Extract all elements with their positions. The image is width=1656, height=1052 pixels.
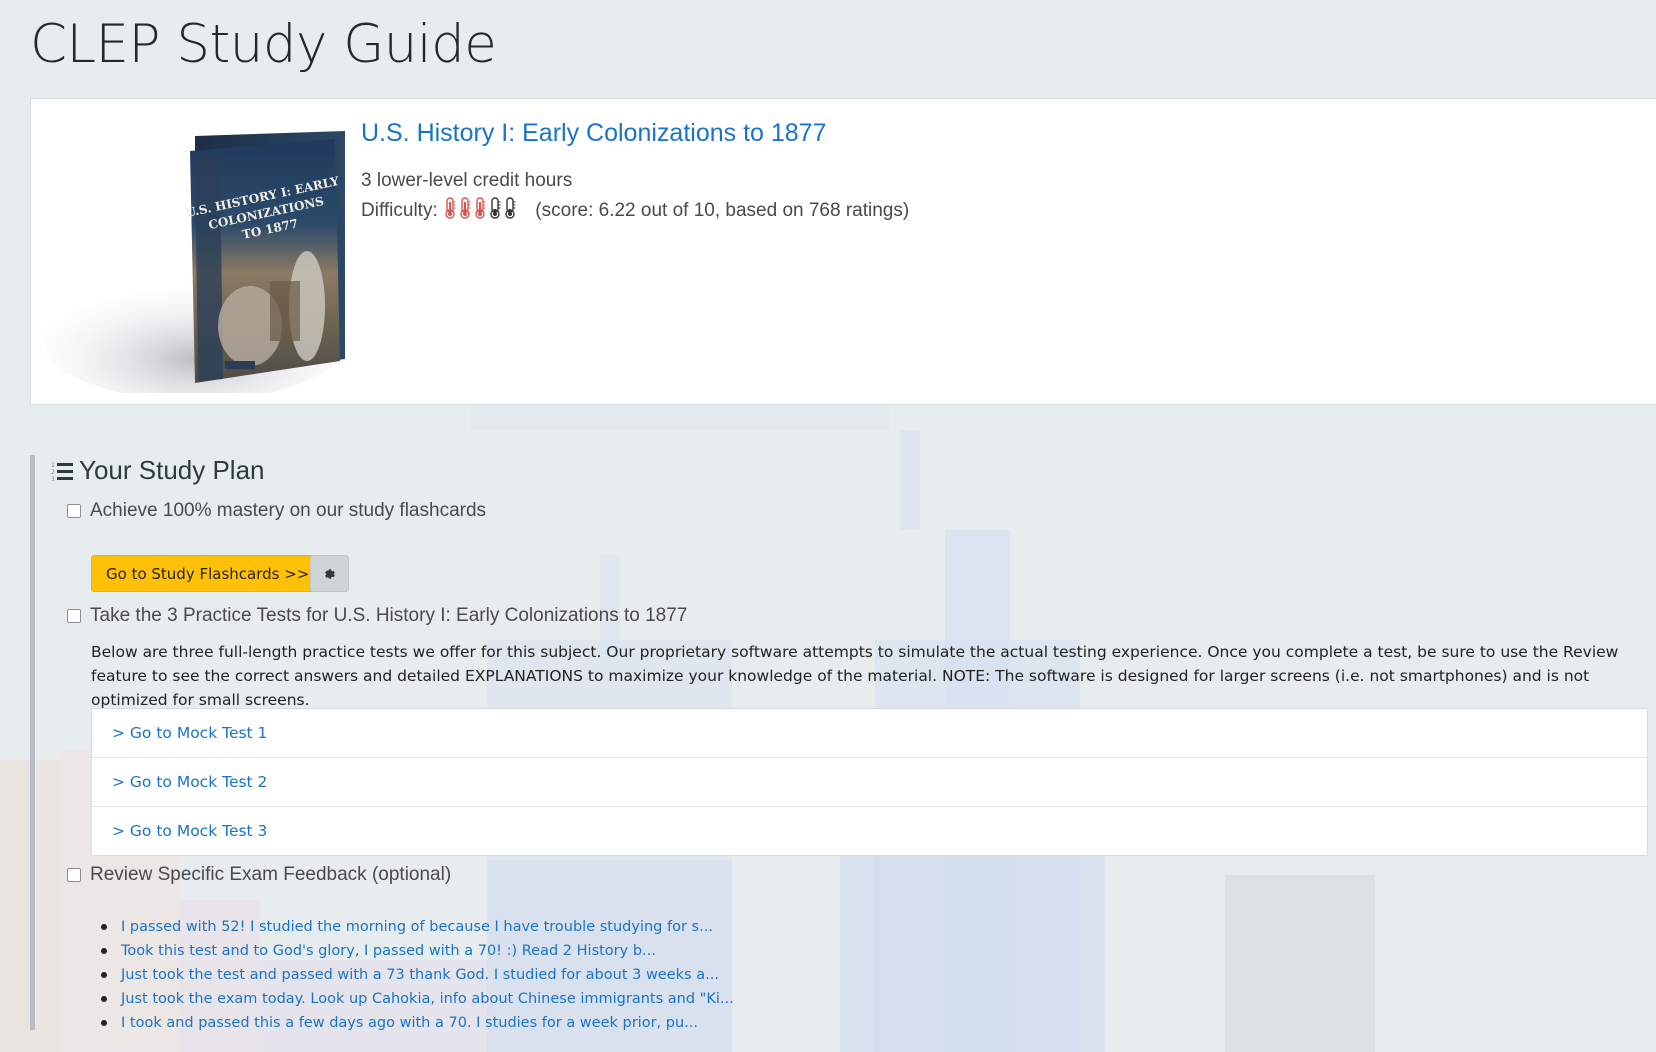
go-to-flashcards-button[interactable]: Go to Study Flashcards >>: [91, 555, 325, 592]
study-plan-title: Your Study Plan: [79, 455, 265, 485]
thermometer-empty-icon: [505, 197, 516, 219]
step-practice-tests: Take the 3 Practice Tests for U.S. Histo…: [67, 605, 687, 627]
mock-test-3-link[interactable]: > Go to Mock Test 3: [92, 807, 1647, 855]
difficulty-thermometers: [443, 197, 518, 221]
feedback-link[interactable]: Just took the test and passed with a 73 …: [121, 967, 719, 983]
step-exam-feedback: Review Specific Exam Feedback (optional): [67, 864, 451, 886]
thermometer-empty-icon: [490, 197, 501, 219]
ordered-list-icon: 1 2 3: [51, 462, 73, 482]
thermometer-filled-icon: [445, 197, 456, 219]
course-card: U.S. HISTORY I: EARLY COLONIZATIONS TO 1…: [30, 98, 1656, 405]
practice-tests-description: Below are three full-length practice tes…: [91, 643, 1619, 709]
step-practice-tests-label: Take the 3 Practice Tests for U.S. Histo…: [90, 605, 688, 626]
step-exam-feedback-label: Review Specific Exam Feedback (optional): [90, 864, 452, 885]
svg-text:1: 1: [51, 462, 55, 469]
feedback-link[interactable]: Took this test and to God's glory, I pas…: [121, 943, 656, 959]
thermometer-filled-icon: [475, 197, 486, 219]
step-flashcards-label: Achieve 100% mastery on our study flashc…: [90, 500, 487, 521]
study-plan-section: 1 2 3 Your Study Plan Achieve 100% maste…: [30, 455, 1650, 1031]
thermometer-filled-icon: [460, 197, 471, 219]
study-plan-heading: 1 2 3 Your Study Plan: [51, 455, 265, 486]
difficulty-label: Difficulty:: [361, 200, 438, 221]
step-practice-tests-checkbox[interactable]: [67, 609, 81, 623]
feedback-link[interactable]: I took and passed this a few days ago wi…: [121, 1015, 698, 1031]
feedback-item: Just took the test and passed with a 73 …: [95, 963, 734, 987]
credit-hours: 3 lower-level credit hours: [361, 170, 573, 191]
gear-icon: [324, 568, 335, 579]
svg-text:2: 2: [51, 469, 55, 476]
feedback-item: I passed with 52! I studied the morning …: [95, 915, 734, 939]
book-cover-image: U.S. HISTORY I: EARLY COLONIZATIONS TO 1…: [35, 121, 377, 401]
feedback-item: Just took the exam today. Look up Cahoki…: [95, 987, 734, 1011]
svg-text:3: 3: [51, 476, 55, 482]
exam-feedback-list: I passed with 52! I studied the morning …: [95, 915, 734, 1035]
difficulty-rating: Difficulty: (score: 6.22 out of 10, base…: [361, 196, 909, 226]
feedback-link[interactable]: Just took the exam today. Look up Cahoki…: [121, 991, 734, 1007]
mock-test-1-link[interactable]: > Go to Mock Test 1: [92, 709, 1647, 758]
mock-test-list: > Go to Mock Test 1 > Go to Mock Test 2 …: [91, 708, 1648, 856]
flashcard-settings-button[interactable]: [310, 555, 349, 592]
step-exam-feedback-checkbox[interactable]: [67, 868, 81, 882]
course-title-link[interactable]: U.S. History I: Early Colonizations to 1…: [361, 119, 909, 148]
mock-test-2-link[interactable]: > Go to Mock Test 2: [92, 758, 1647, 807]
feedback-item: I took and passed this a few days ago wi…: [95, 1011, 734, 1035]
step-flashcards: Achieve 100% mastery on our study flashc…: [67, 500, 486, 522]
feedback-link[interactable]: I passed with 52! I studied the morning …: [121, 919, 713, 935]
step-flashcards-checkbox[interactable]: [67, 504, 81, 518]
feedback-item: Took this test and to God's glory, I pas…: [95, 939, 734, 963]
difficulty-score: (score: 6.22 out of 10, based on 768 rat…: [535, 200, 910, 221]
page-title: CLEP Study Guide: [30, 14, 497, 75]
